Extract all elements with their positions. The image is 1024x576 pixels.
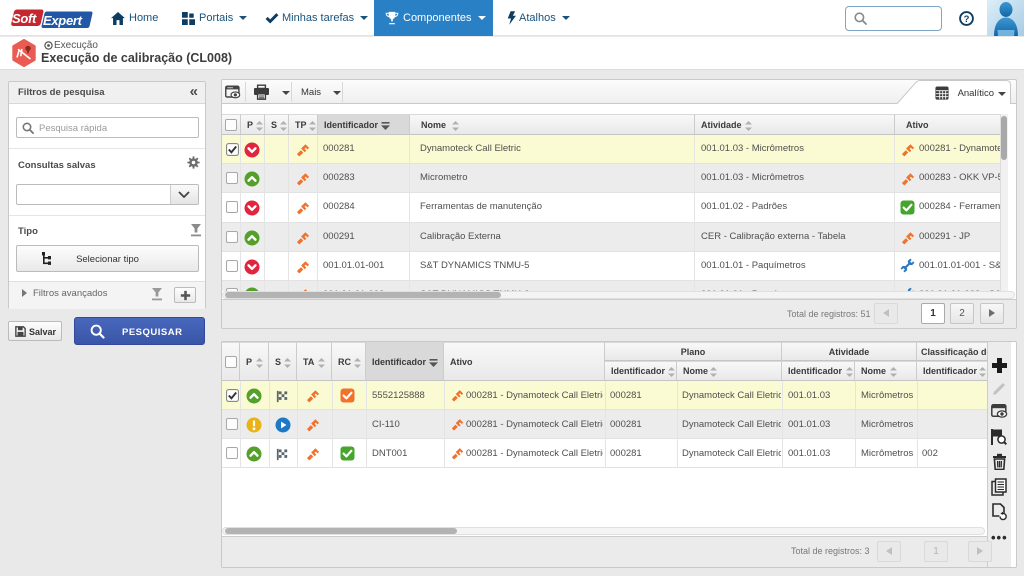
svg-text:?: ? (964, 14, 970, 25)
svg-text:Soft: Soft (12, 11, 37, 26)
svg-text:Expert: Expert (43, 13, 83, 28)
